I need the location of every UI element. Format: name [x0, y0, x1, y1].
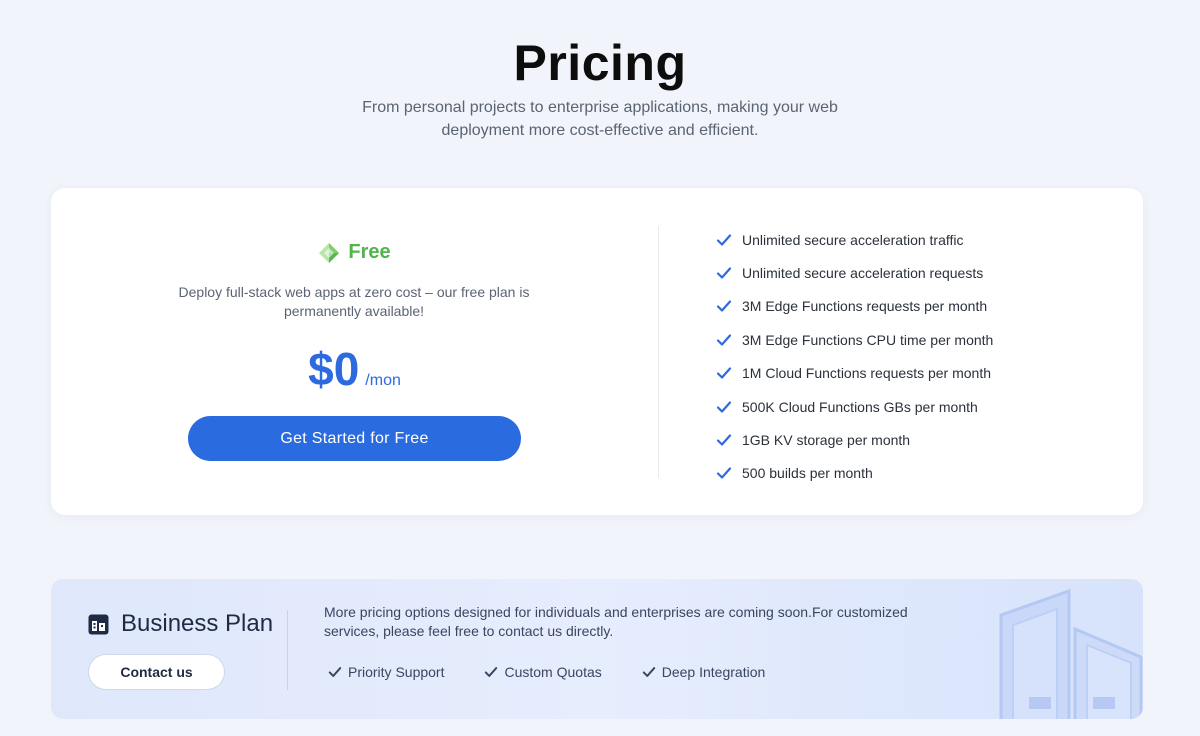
feature-label: 500 builds per month	[742, 465, 873, 482]
feature-item: 500 builds per month	[716, 457, 993, 490]
feature-item: 3M Edge Functions requests per month	[716, 290, 993, 323]
feature-label: 3M Edge Functions CPU time per month	[742, 331, 994, 348]
plan-name: Free	[348, 241, 391, 263]
check-icon	[716, 332, 732, 348]
check-icon	[716, 265, 732, 281]
price-unit: /mon	[365, 372, 401, 389]
feature-label: 500K Cloud Functions GBs per month	[742, 398, 978, 415]
check-icon	[716, 232, 732, 248]
business-divider	[287, 610, 288, 690]
feature-item: 500K Cloud Functions GBs per month	[716, 390, 993, 423]
feature-item: 1GB KV storage per month	[716, 423, 993, 456]
business-plan-title-row: Business Plan	[88, 610, 273, 638]
price-amount: $0	[308, 343, 360, 395]
feature-label: 1M Cloud Functions requests per month	[742, 365, 992, 382]
diamond-icon	[318, 242, 340, 264]
business-feature-label: Custom Quotas	[504, 664, 602, 680]
price-row: $0 /mon	[51, 342, 658, 396]
building-illustration	[991, 587, 1143, 719]
plan-name-row: Free	[51, 241, 658, 264]
business-plan-features: Priority Support Custom Quotas Deep Inte…	[328, 664, 765, 680]
plan-description: Deploy full-stack web apps at zero cost …	[178, 284, 530, 319]
check-icon	[716, 465, 732, 481]
free-plan-features: Unlimited secure acceleration traffic Un…	[716, 223, 993, 490]
check-icon	[716, 365, 732, 381]
contact-us-button[interactable]: Contact us	[88, 654, 225, 690]
feature-item: Unlimited secure acceleration requests	[716, 256, 993, 289]
feature-item: 1M Cloud Functions requests per month	[716, 357, 993, 390]
feature-item: Unlimited secure acceleration traffic	[716, 223, 993, 256]
business-feature-label: Priority Support	[348, 664, 445, 680]
free-plan-card: Free Deploy full-stack web apps at zero …	[51, 188, 1143, 515]
business-feature-item: Custom Quotas	[484, 664, 602, 680]
feature-label: 3M Edge Functions requests per month	[742, 298, 988, 315]
business-plan-title: Business Plan	[121, 610, 274, 637]
business-feature-item: Deep Integration	[642, 664, 766, 680]
page-title: Pricing	[513, 35, 687, 91]
building-icon	[88, 614, 109, 635]
feature-label: 1GB KV storage per month	[742, 432, 911, 449]
feature-item: 3M Edge Functions CPU time per month	[716, 323, 993, 356]
feature-label: Unlimited secure acceleration requests	[742, 265, 984, 282]
check-icon	[484, 665, 498, 679]
business-plan-card: Business Plan Contact us More pricing op…	[51, 579, 1143, 719]
check-icon	[328, 665, 342, 679]
business-feature-item: Priority Support	[328, 664, 444, 680]
business-plan-description: More pricing options designed for indivi…	[324, 604, 908, 639]
check-icon	[716, 399, 732, 415]
free-plan-summary: Free Deploy full-stack web apps at zero …	[51, 188, 658, 515]
feature-label: Unlimited secure acceleration traffic	[742, 231, 964, 248]
business-feature-label: Deep Integration	[661, 664, 766, 680]
page-subtitle: From personal projects to enterprise app…	[362, 99, 838, 139]
card-divider	[658, 226, 659, 478]
check-icon	[716, 298, 732, 314]
get-started-button[interactable]: Get Started for Free	[188, 416, 521, 461]
check-icon	[716, 432, 732, 448]
check-icon	[642, 665, 656, 679]
